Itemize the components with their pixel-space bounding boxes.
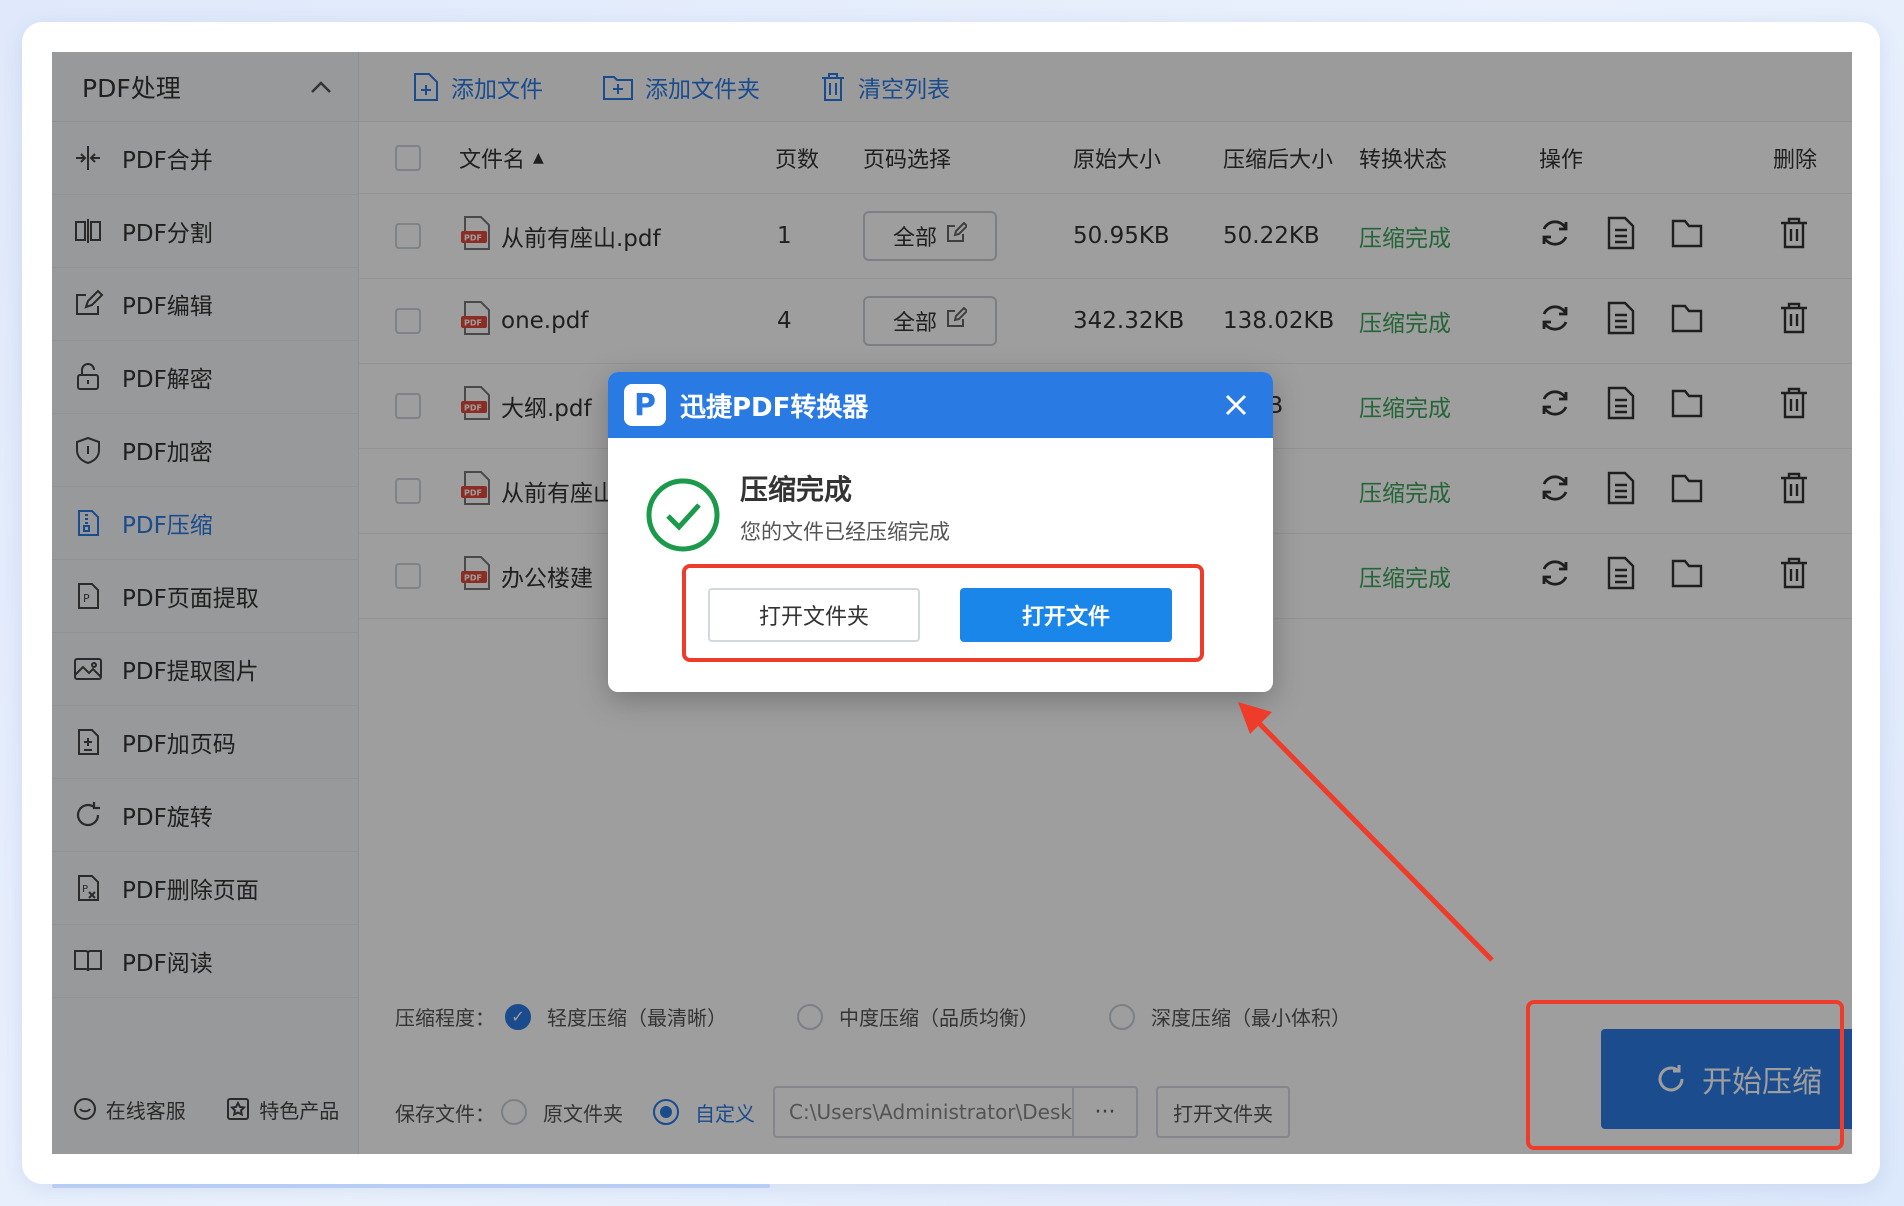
dialog-title: 迅捷PDF转换器 (680, 392, 869, 423)
scrollbar[interactable] (52, 1184, 770, 1188)
dialog-header: P 迅捷PDF转换器 (608, 372, 1273, 438)
dialog-buttons-highlight (682, 564, 1204, 662)
dialog-message: 您的文件已经压缩完成 (740, 520, 950, 544)
success-check-icon (646, 478, 720, 552)
dialog-heading: 压缩完成 (740, 473, 853, 506)
app-logo-icon: P (624, 384, 666, 426)
close-icon[interactable] (1219, 388, 1253, 422)
